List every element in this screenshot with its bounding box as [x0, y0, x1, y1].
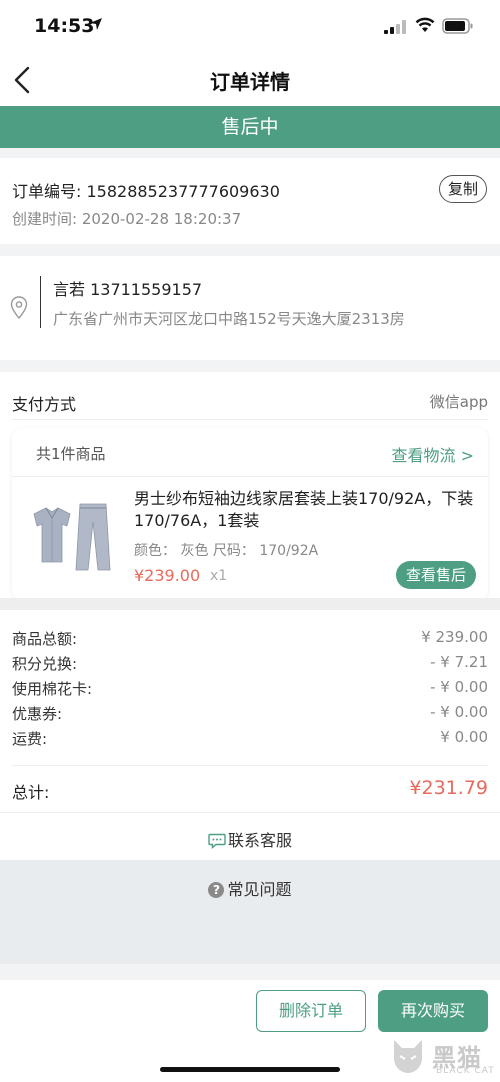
summary-value-coupon: - ¥ 0.00 — [430, 703, 488, 721]
contact-support-label: 联系客服 — [227, 831, 292, 850]
order-created-time: 创建时间: 2020-02-28 18:20:37 — [12, 210, 242, 228]
order-info-card: 订单编号: 1582885237777609630 创建时间: 2020-02-… — [0, 158, 500, 244]
order-status-banner: 售后中 — [0, 106, 500, 148]
battery-icon — [442, 18, 473, 34]
summary-label-points: 积分兑换: — [12, 655, 78, 673]
summary-value-points: - ¥ 7.21 — [430, 653, 488, 671]
delete-order-button[interactable]: 删除订单 — [256, 990, 366, 1032]
product-price: ¥239.00 — [134, 566, 201, 585]
chat-bubble-icon — [208, 833, 226, 849]
summary-value-goods-total: ¥ 239.00 — [421, 628, 488, 646]
summary-label-coupon: 优惠券: — [12, 705, 63, 723]
product-name[interactable]: 男士纱布短袖边线家居套装上装170/92A，下装170/76A，1套装 — [134, 488, 474, 532]
total-label: 总计: — [12, 783, 50, 802]
receiver-address: 广东省广州市天河区龙口中路152号天逸大厦2313房 — [53, 310, 405, 328]
location-arrow-icon — [90, 18, 102, 30]
summary-label-shipping: 运费: — [12, 730, 48, 748]
copy-button[interactable]: 复制 — [439, 175, 487, 203]
wifi-icon — [415, 17, 435, 32]
product-image[interactable] — [24, 496, 118, 576]
nav-bar: 订单详情 — [0, 54, 500, 106]
view-aftersale-button[interactable]: 查看售后 — [396, 561, 476, 589]
summary-value-shipping: ¥ 0.00 — [440, 728, 488, 746]
total-value: ¥231.79 — [409, 777, 488, 799]
payment-method-value: 微信app — [429, 393, 488, 411]
buy-again-button[interactable]: 再次购买 — [378, 990, 488, 1032]
payment-method-label: 支付方式 — [12, 395, 77, 414]
summary-label-cotton-card: 使用棉花卡: — [12, 680, 93, 698]
view-logistics-link[interactable]: 查看物流 > — [392, 442, 475, 466]
product-spec: 颜色： 灰色 尺码： 170/92A — [134, 543, 319, 559]
summary-value-cotton-card: - ¥ 0.00 — [430, 678, 488, 696]
payment-divider — [12, 419, 488, 420]
page-title: 订单详情 — [210, 70, 290, 94]
cellular-signal-icon — [384, 20, 406, 34]
faq-link[interactable]: ? 常见问题 — [0, 876, 500, 900]
goods-count: 共1件商品 — [36, 445, 106, 463]
address-divider — [40, 276, 41, 328]
black-cat-logo-icon — [394, 1040, 422, 1073]
section-separator — [0, 598, 500, 610]
goods-divider — [12, 476, 488, 477]
faq-label: 常见问题 — [227, 880, 292, 899]
watermark-subtext: BLACK CAT — [436, 1066, 495, 1076]
location-pin-icon — [10, 296, 28, 320]
order-number: 订单编号: 1582885237777609630 — [12, 182, 280, 201]
summary-divider — [12, 765, 488, 766]
product-quantity: x1 — [210, 568, 228, 584]
receiver-name-phone: 言若 13711559157 — [53, 280, 203, 299]
summary-label-goods-total: 商品总额: — [12, 630, 78, 648]
contact-support-link[interactable]: 联系客服 — [0, 827, 500, 851]
home-indicator — [160, 1067, 340, 1072]
status-time: 14:53 — [34, 15, 95, 37]
support-divider — [0, 812, 500, 813]
status-bar: 14:53 — [0, 0, 500, 54]
question-mark-icon: ? — [208, 882, 225, 898]
